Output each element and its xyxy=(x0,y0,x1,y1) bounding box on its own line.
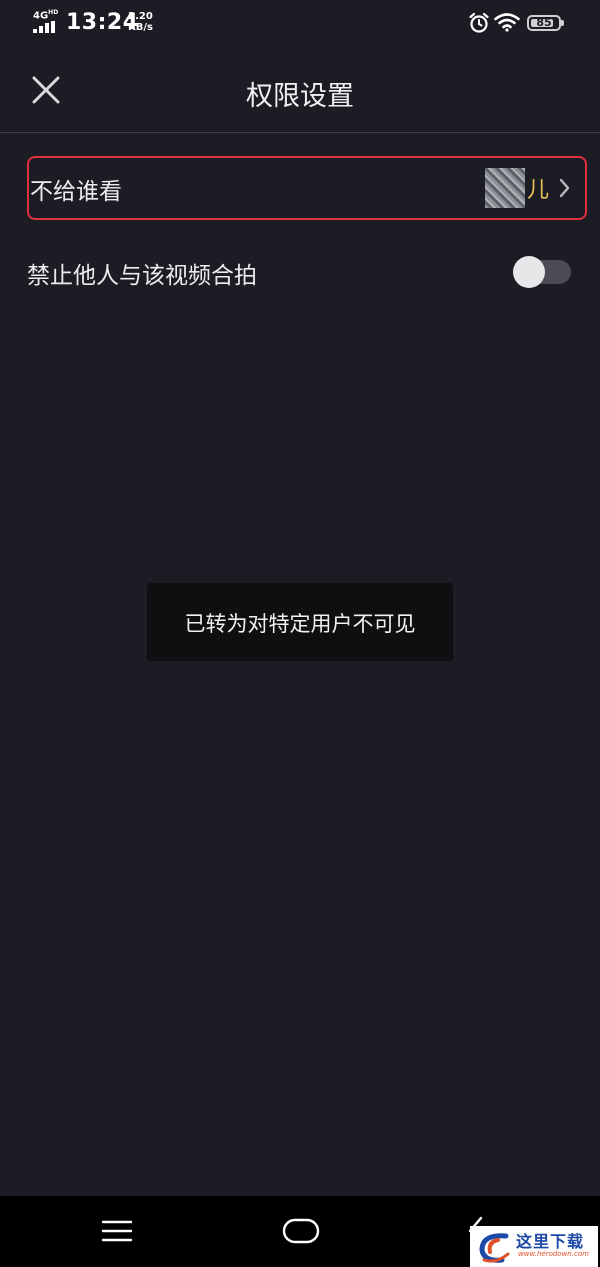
header: 权限设置 xyxy=(0,48,600,133)
hide-from-row[interactable]: 不给谁看 儿 xyxy=(27,156,587,220)
chevron-right-icon xyxy=(559,178,570,198)
disable-duet-toggle[interactable] xyxy=(511,256,573,288)
battery-icon: 85 xyxy=(527,15,561,31)
signal-icon xyxy=(33,21,59,33)
status-bar: 4GHD 13:24 2.20 KB/s 85 xyxy=(0,0,600,48)
battery-cap xyxy=(561,20,564,26)
toggle-knob xyxy=(513,256,545,288)
wifi-icon xyxy=(494,13,520,32)
toast: 已转为对特定用户不可见 xyxy=(147,583,453,661)
home-button[interactable] xyxy=(281,1216,321,1246)
watermark-title: 这里下载 xyxy=(516,1232,585,1251)
home-icon xyxy=(282,1218,320,1244)
selected-user-name: 儿 xyxy=(527,178,550,203)
disable-duet-row: 禁止他人与该视频合拍 xyxy=(27,240,575,304)
network-speed: 2.20 KB/s xyxy=(128,11,153,33)
avatar xyxy=(485,168,525,208)
hide-from-label: 不给谁看 xyxy=(30,179,122,205)
network-type: 4GHD xyxy=(33,9,59,22)
battery-level: 85 xyxy=(536,16,552,29)
page-title: 权限设置 xyxy=(246,81,354,112)
menu-icon xyxy=(101,1220,133,1242)
toast-message: 已转为对特定用户不可见 xyxy=(184,612,416,636)
watermark: 这里下载 www.herodown.com xyxy=(470,1226,598,1267)
alarm-icon xyxy=(469,12,489,33)
menu-button[interactable] xyxy=(99,1215,135,1247)
watermark-logo-icon xyxy=(479,1233,510,1263)
disable-duet-label: 禁止他人与该视频合拍 xyxy=(27,263,257,289)
watermark-url: www.herodown.com xyxy=(518,1250,589,1258)
